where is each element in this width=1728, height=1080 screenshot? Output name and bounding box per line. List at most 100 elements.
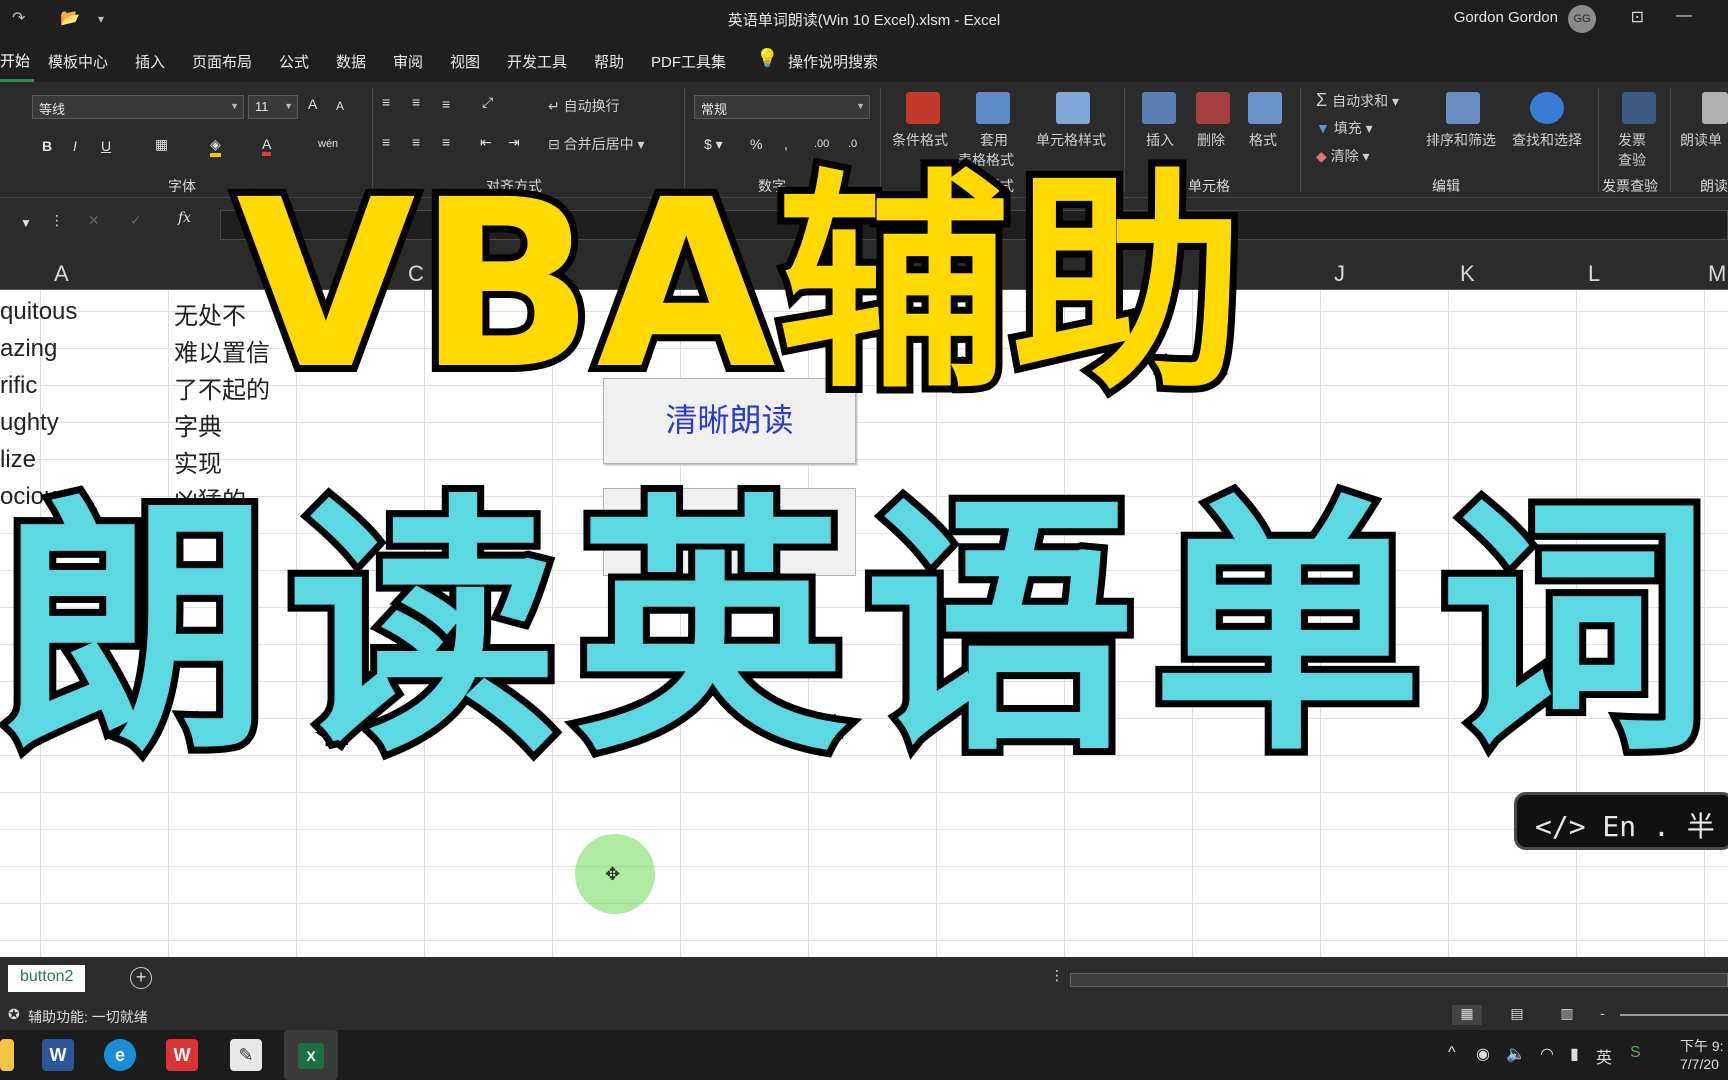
- invoice-label-1[interactable]: 发票: [1618, 130, 1646, 150]
- italic-icon[interactable]: I: [73, 138, 77, 154]
- delete-cells-button[interactable]: 删除: [1197, 130, 1225, 150]
- more-options-icon[interactable]: ⋮: [50, 212, 64, 229]
- read-word-button[interactable]: 朗读单: [1680, 130, 1728, 150]
- tab-help[interactable]: 帮助: [594, 51, 624, 72]
- align-right-icon[interactable]: ≡: [442, 134, 450, 150]
- tab-insert[interactable]: 插入: [135, 51, 165, 72]
- wps-icon[interactable]: W: [166, 1039, 198, 1071]
- sort-filter-icon[interactable]: [1446, 92, 1480, 124]
- tab-page-layout[interactable]: 页面布局: [192, 51, 252, 72]
- align-left-icon[interactable]: ≡: [382, 134, 390, 150]
- tray-app-icon[interactable]: ◉: [1476, 1044, 1490, 1064]
- font-size-select[interactable]: 11 ▼: [248, 95, 298, 119]
- grow-font-icon[interactable]: A: [308, 96, 317, 112]
- cell-a3[interactable]: rific: [0, 372, 37, 400]
- column-header-a[interactable]: A: [54, 261, 69, 287]
- zoom-slider[interactable]: [1620, 1014, 1728, 1016]
- clock-date[interactable]: 7/7/20: [1680, 1056, 1728, 1072]
- zoom-out-icon[interactable]: -: [1600, 1005, 1605, 1021]
- edge-icon[interactable]: e: [104, 1039, 136, 1071]
- sheet-tab-button2[interactable]: button2: [8, 965, 86, 992]
- volume-icon[interactable]: 🔈: [1506, 1044, 1526, 1064]
- find-select-button[interactable]: 查找和选择: [1512, 130, 1582, 150]
- avatar[interactable]: GG: [1568, 5, 1596, 33]
- tab-review[interactable]: 审阅: [393, 51, 423, 72]
- invoice-label-2[interactable]: 查验: [1618, 150, 1646, 170]
- minimize-icon[interactable]: —: [1676, 7, 1692, 25]
- cell-a5[interactable]: lize: [0, 446, 36, 474]
- table-format-icon[interactable]: [976, 92, 1010, 124]
- column-header-m[interactable]: M: [1708, 261, 1726, 287]
- phonetic-icon[interactable]: wén: [318, 138, 338, 150]
- conditional-format-icon[interactable]: [906, 92, 940, 124]
- fill-button[interactable]: ▼ 填充 ▾: [1316, 118, 1373, 138]
- page-layout-view-icon[interactable]: ▤: [1502, 1005, 1532, 1025]
- decrease-decimal-icon[interactable]: .0: [848, 138, 857, 150]
- network-icon[interactable]: ◠: [1540, 1044, 1554, 1064]
- font-name-select[interactable]: 等线 ▼: [32, 95, 244, 119]
- cell-b4[interactable]: 字典: [174, 407, 222, 442]
- border-icon[interactable]: ▦: [155, 136, 168, 153]
- table-format-label-1[interactable]: 套用: [980, 130, 1008, 150]
- fill-color-icon[interactable]: ◈: [210, 136, 221, 157]
- conditional-format-button[interactable]: 条件格式: [892, 130, 948, 150]
- tab-data[interactable]: 数据: [336, 51, 366, 72]
- align-middle-icon[interactable]: ≡: [412, 94, 420, 110]
- ime-indicator[interactable]: 英: [1596, 1044, 1612, 1068]
- cell-a1[interactable]: quitous: [0, 298, 77, 326]
- invoice-icon[interactable]: [1622, 92, 1656, 124]
- delete-cells-icon[interactable]: [1196, 92, 1230, 124]
- shrink-font-icon[interactable]: A: [336, 99, 344, 113]
- align-bottom-icon[interactable]: ≡: [442, 96, 450, 112]
- tab-developer[interactable]: 开发工具: [507, 51, 567, 72]
- function-icon[interactable]: fx: [178, 210, 191, 226]
- word-icon[interactable]: W: [42, 1039, 74, 1071]
- orientation-icon[interactable]: ⤢: [482, 94, 493, 111]
- accessibility-icon[interactable]: ✪: [8, 1006, 20, 1023]
- column-header-k[interactable]: K: [1460, 261, 1475, 287]
- format-cells-button[interactable]: 格式: [1249, 130, 1277, 150]
- clock-time[interactable]: 下午 9:: [1680, 1036, 1728, 1056]
- name-box-dropdown-icon[interactable]: ▼: [20, 216, 32, 230]
- more-sheets-icon[interactable]: ⋮: [1050, 967, 1064, 984]
- speech-bubble-icon[interactable]: [1702, 92, 1728, 124]
- decrease-indent-icon[interactable]: ⇤: [480, 134, 492, 151]
- user-name[interactable]: Gordon Gordon: [1454, 9, 1558, 26]
- insert-cells-icon[interactable]: [1142, 92, 1176, 124]
- column-header-l[interactable]: L: [1588, 261, 1600, 287]
- format-cells-icon[interactable]: [1248, 92, 1282, 124]
- clear-button[interactable]: ◆ 清除 ▾: [1316, 146, 1370, 166]
- page-break-view-icon[interactable]: ▥: [1552, 1005, 1582, 1025]
- align-top-icon[interactable]: ≡: [382, 94, 390, 110]
- cell-a4[interactable]: ughty: [0, 409, 59, 437]
- file-explorer-icon[interactable]: [0, 1039, 14, 1071]
- normal-view-icon[interactable]: ▦: [1452, 1005, 1482, 1025]
- bold-icon[interactable]: B: [42, 138, 52, 154]
- find-select-icon[interactable]: [1530, 92, 1564, 124]
- increase-decimal-icon[interactable]: .00: [814, 138, 829, 150]
- tab-view[interactable]: 视图: [450, 51, 480, 72]
- sort-filter-button[interactable]: 排序和筛选: [1426, 130, 1496, 150]
- underline-icon[interactable]: U: [101, 138, 111, 154]
- antivirus-icon[interactable]: S: [1630, 1044, 1641, 1062]
- excel-taskbar-button[interactable]: X: [284, 1030, 338, 1080]
- tray-expand-icon[interactable]: ^: [1448, 1044, 1456, 1062]
- tab-templates[interactable]: 模板中心: [48, 51, 108, 72]
- wrap-text-button[interactable]: ↵ 自动换行: [548, 96, 620, 116]
- tab-pdf-tools[interactable]: PDF工具集: [651, 51, 726, 72]
- tab-home[interactable]: 开始: [0, 44, 35, 82]
- notepad-icon[interactable]: ✎: [230, 1039, 262, 1071]
- tab-formulas[interactable]: 公式: [279, 51, 309, 72]
- cell-a2[interactable]: azing: [0, 335, 57, 363]
- ribbon-display-icon[interactable]: ⊡: [1631, 7, 1644, 27]
- enter-icon[interactable]: ✓: [130, 212, 142, 229]
- add-sheet-icon[interactable]: +: [130, 967, 152, 989]
- cancel-icon[interactable]: ✕: [88, 212, 100, 229]
- column-header-j[interactable]: J: [1334, 261, 1345, 287]
- autosum-button[interactable]: Σ 自动求和 ▾: [1316, 90, 1399, 111]
- increase-indent-icon[interactable]: ⇥: [508, 134, 520, 151]
- cell-styles-button[interactable]: 单元格样式: [1036, 130, 1106, 150]
- insert-cells-button[interactable]: 插入: [1146, 130, 1174, 150]
- number-format-select[interactable]: 常规 ▼: [694, 95, 870, 119]
- horizontal-scrollbar[interactable]: [1070, 973, 1728, 987]
